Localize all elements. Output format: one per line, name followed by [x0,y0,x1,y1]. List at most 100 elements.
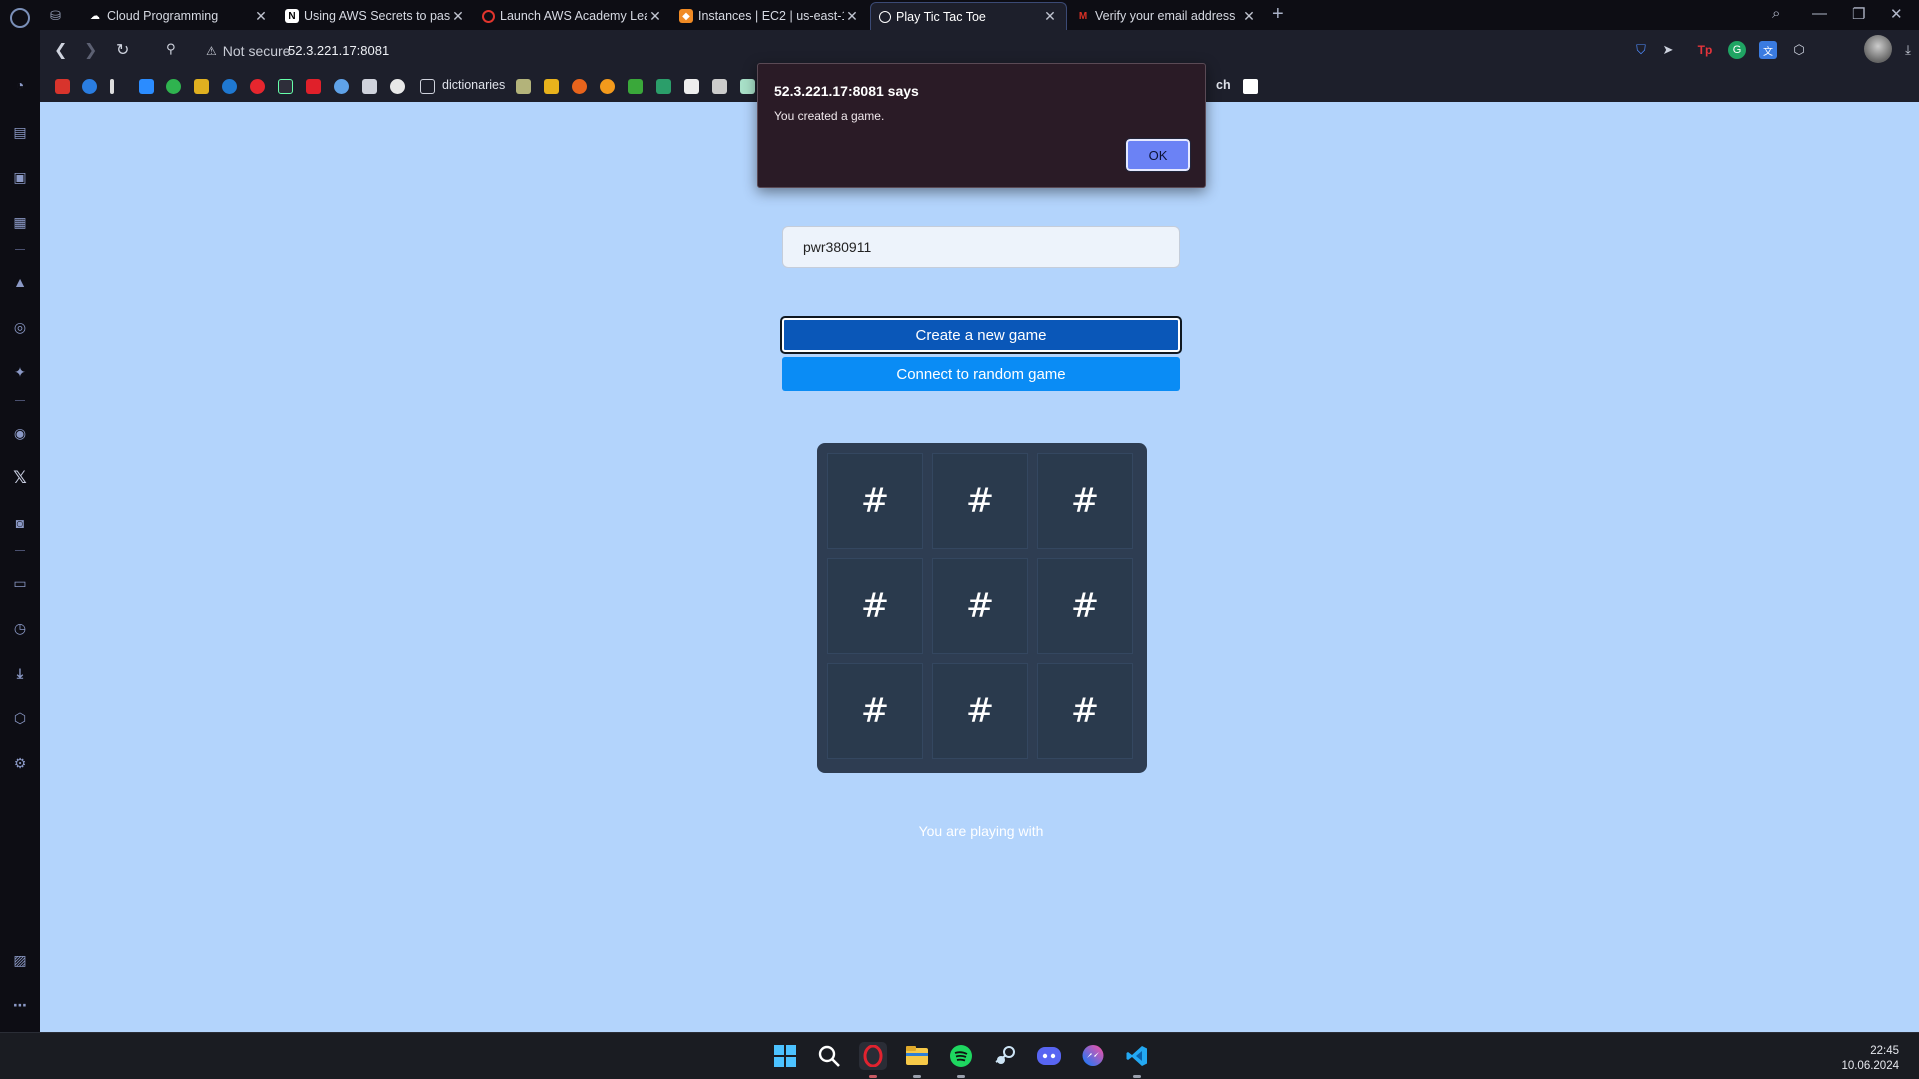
workspaces-icon[interactable]: ⛁ [50,8,61,24]
extensions-icon[interactable]: ▦ [10,212,30,232]
chatsonic-icon[interactable]: ✦ [10,362,30,382]
tab-aws-secrets[interactable]: N Using AWS Secrets to pass ✕ [277,2,474,30]
bookmark-apple-icon[interactable] [390,79,405,94]
board-cell[interactable]: # [932,453,1028,549]
bookmark-crunchyroll-icon[interactable] [572,79,587,94]
minimize-button[interactable]: — [1812,5,1827,22]
bookmark-green-icon[interactable] [166,79,181,94]
bookmark-plant-icon[interactable] [362,79,377,94]
bookmark-b-icon[interactable] [1243,79,1258,94]
twitch-icon[interactable]: ▣ [10,167,30,187]
tab-ec2-instances[interactable]: ◆ Instances | EC2 | us-east-1 ✕ [671,2,868,30]
board-cell[interactable]: # [932,558,1028,654]
bookmark-play-icon[interactable] [222,79,237,94]
extensions-cube-icon[interactable]: ⬡ [1790,41,1808,59]
close-icon[interactable]: ✕ [450,8,466,25]
discord-icon[interactable]: ◙ [10,513,30,533]
close-window-button[interactable]: ✕ [1890,5,1903,23]
profile-avatar[interactable] [1864,35,1892,63]
crypto-wallet-icon[interactable]: ⬡ [10,708,30,728]
player-icon[interactable]: ▭ [10,573,30,593]
translate-icon[interactable]: 文 [1759,41,1777,59]
bookmark-ch[interactable]: ch [1216,78,1231,92]
downloads-icon[interactable]: ⤓ [1899,41,1917,59]
bookmark-gmail-icon[interactable] [250,79,265,94]
messenger-icon[interactable] [1079,1042,1107,1070]
tab-aws-academy[interactable]: Launch AWS Academy Lear ✕ [474,2,671,30]
username-input[interactable] [782,226,1180,268]
file-explorer-icon[interactable] [903,1042,931,1070]
history-icon[interactable]: ◷ [10,618,30,638]
downloads-sidebar-icon[interactable]: ⤓ [10,663,30,683]
spotify-icon[interactable] [947,1042,975,1070]
pinboard-icon[interactable]: ▨ [10,950,30,970]
board-cell[interactable]: # [932,663,1028,759]
close-icon[interactable]: ✕ [1042,8,1058,25]
new-tab-button[interactable]: + [1272,3,1284,26]
board-cell[interactable]: # [1037,663,1133,759]
bookmark-yellow-icon[interactable] [194,79,209,94]
bookmark-map-pin-icon[interactable] [656,79,671,94]
speed-dial-icon[interactable]: ◔ [10,75,30,95]
site-info-icon[interactable]: ⚲ [166,41,176,57]
bookmark-blue-icon[interactable] [334,79,349,94]
close-icon[interactable]: ✕ [647,8,663,25]
opera-icon[interactable] [859,1042,887,1070]
tab-search-icon[interactable]: ⌕ [1772,5,1780,22]
shopping-icon[interactable]: ▤ [10,122,30,142]
bookmark-list-icon[interactable] [110,79,114,94]
chatgpt-icon[interactable]: ◎ [10,317,30,337]
bookmark-apps-icon[interactable] [139,79,154,94]
bookmark-youtube-icon[interactable] [55,79,70,94]
bookmark-map-icon[interactable] [516,79,531,94]
send-icon[interactable]: ➤ [1659,41,1677,59]
bookmark-curve-icon[interactable] [278,79,293,94]
whatsapp-icon[interactable]: ◉ [10,423,30,443]
x-twitter-icon[interactable]: 𝕏 [10,468,30,488]
bookmark-w-icon[interactable] [544,79,559,94]
discord-icon[interactable] [1035,1042,1063,1070]
restore-button[interactable]: ❐ [1852,5,1865,23]
connect-random-game-button[interactable]: Connect to random game [782,357,1180,391]
running-indicator [1133,1075,1141,1078]
close-icon[interactable]: ✕ [1241,8,1257,25]
url-field[interactable]: 52.3.221.17:8081 [288,43,389,58]
more-icon[interactable]: ⋯ [10,995,30,1015]
back-icon[interactable]: ❮ [54,40,67,60]
opera-menu-icon[interactable] [10,8,30,28]
dialog-ok-button[interactable]: OK [1125,138,1191,172]
steam-icon[interactable] [991,1042,1019,1070]
tab-verify-email[interactable]: M Verify your email address ✕ [1068,2,1265,30]
system-clock[interactable]: 22:45 10.06.2024 [1841,1044,1899,1074]
grammarly-icon[interactable]: G [1728,41,1746,59]
bookmark-folder-dictionaries[interactable]: dictionaries [442,78,505,92]
vscode-icon[interactable] [1123,1042,1151,1070]
tab-cloud-programming[interactable]: ☁ Cloud Programming ✕ [80,2,277,30]
forward-icon[interactable]: ❯ [84,40,97,60]
site-security-indicator[interactable]: ⚠ Not secure [206,43,290,59]
board-cell[interactable]: # [827,453,923,549]
close-icon[interactable]: ✕ [253,8,269,25]
bookmark-edge-icon[interactable] [82,79,97,94]
bookmark-px-icon[interactable] [628,79,643,94]
tp-extension-icon[interactable]: Tp [1696,41,1714,59]
board-cell[interactable]: # [1037,453,1133,549]
bookmark-red-icon[interactable] [306,79,321,94]
board-cell[interactable]: # [827,663,923,759]
vpn-shield-icon[interactable]: ⛉ [1632,41,1650,59]
tab-play-tic-tac-toe[interactable]: Play Tic Tac Toe ✕ [870,2,1067,30]
board-cell[interactable]: # [827,558,923,654]
folder-icon[interactable] [420,79,435,94]
bookmark-bird-icon[interactable] [740,79,755,94]
bookmark-document-icon[interactable] [684,79,699,94]
close-icon[interactable]: ✕ [844,8,860,25]
bookmark-grid-icon[interactable] [712,79,727,94]
bookmark-orange-icon[interactable] [600,79,615,94]
reload-icon[interactable]: ↻ [116,40,129,60]
search-icon[interactable] [815,1042,843,1070]
aria-icon[interactable]: ▲ [10,272,30,292]
windows-start-icon[interactable] [771,1042,799,1070]
settings-gear-icon[interactable]: ⚙ [10,753,30,773]
board-cell[interactable]: # [1037,558,1133,654]
create-game-button[interactable]: Create a new game [780,316,1182,354]
